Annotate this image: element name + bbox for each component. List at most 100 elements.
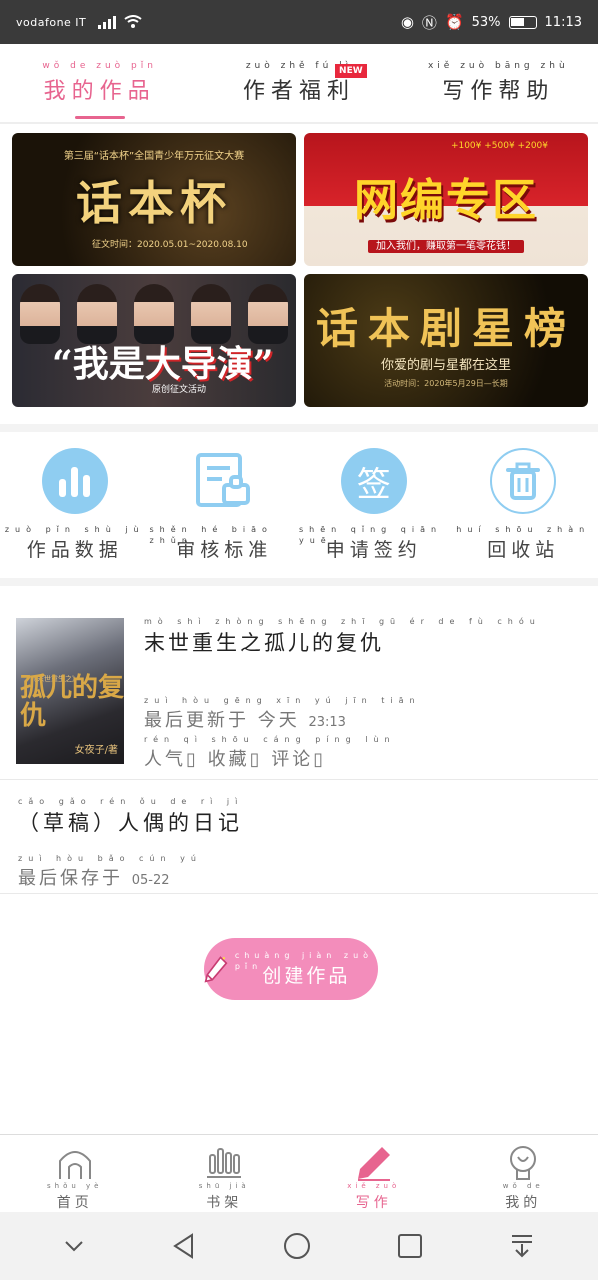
home-icon	[58, 1151, 91, 1179]
eye-icon: ◉	[400, 13, 414, 31]
tool-label: 作品数据	[26, 539, 123, 561]
banner-title: 话本剧星榜	[315, 304, 576, 353]
sign-icon-glyph: 签	[356, 464, 391, 505]
book-cover: 《末世重生之》 孤儿的复仇 女夜子/著	[16, 618, 124, 764]
back-icon[interactable]	[170, 1232, 198, 1260]
chevron-down-icon[interactable]	[62, 1234, 86, 1258]
nav-label: 首页	[56, 1195, 93, 1211]
tab-label: 我的作品	[43, 79, 156, 104]
nav-label: 我的	[505, 1195, 542, 1211]
banner-caption: 第三届“话本杯”全国青少年万元征文大赛	[63, 151, 245, 162]
tool-review-standards[interactable]: shěn hé biāo zhǔn 审核标准	[150, 432, 300, 576]
system-nav-bar	[0, 1212, 598, 1280]
banner-reward-amounts: +100¥ +500¥ +200¥	[450, 141, 548, 151]
nav-profile[interactable]: wǒ de 我的	[449, 1135, 598, 1212]
draft-item[interactable]: cǎo gǎo rén ǒu de rì jì （草稿）人偶的日记 zuì hò…	[0, 782, 598, 894]
banner-grid: 第三届“话本杯”全国青少年万元征文大赛 话本杯 征文时间：2020.05.01~…	[0, 126, 598, 422]
draft-title: （草稿）人偶的日记	[18, 811, 243, 835]
banner-huaben-cup[interactable]: 第三届“话本杯”全国青少年万元征文大赛 话本杯 征文时间：2020.05.01~…	[12, 133, 296, 266]
tool-pinyin: shēn qǐng qiān yuē	[299, 525, 443, 545]
tool-pinyin: zuò pǐn shù jù	[4, 525, 145, 534]
banner-title: 话本杯	[76, 175, 232, 230]
banner-big-director[interactable]: “我是大导演” 原创征文活动	[12, 274, 296, 407]
carrier-name: vodafone IT	[16, 15, 87, 29]
nav-home[interactable]: shǒu yè 首页	[0, 1135, 150, 1212]
saved-pinyin: zuì hòu bǎo cún yú	[18, 854, 202, 863]
battery-percent: 53%	[471, 14, 501, 30]
banner-subtitle: 加入我们，赚取第一笔零花钱！	[368, 240, 524, 253]
nfc-icon: Ⓝ	[421, 13, 437, 32]
tool-apply-contract[interactable]: 签 shēn qǐng qiān yuē 申请签约	[299, 432, 449, 576]
tool-pinyin: huí shōu zhàn	[456, 525, 591, 534]
sign-icon: 签	[340, 448, 407, 514]
saved-date: 05-22	[131, 873, 170, 888]
nav-write[interactable]: xiě zuò 写作	[299, 1135, 449, 1212]
update-pinyin: zuì hòu gēng xīn yú jīn tiān	[144, 696, 421, 705]
wifi-icon	[124, 15, 142, 28]
notification-pull-icon[interactable]	[508, 1232, 536, 1260]
nav-label: 写作	[355, 1195, 392, 1211]
tool-label: 申请签约	[325, 539, 422, 561]
tool-recycle-bin[interactable]: huí shōu zhàn 回收站	[449, 432, 598, 576]
bottom-nav: shǒu yè 首页 shū jià 书架 xiě zuò 写作 wǒ de 我…	[0, 1134, 598, 1212]
document-stamp-icon	[191, 448, 257, 514]
banner-subtitle: 你爱的剧与星都在这里	[380, 358, 511, 373]
pencil-icon	[204, 956, 228, 983]
nav-pinyin: shǒu yè	[47, 1182, 103, 1190]
tool-shortcuts: zuò pǐn shù jù 作品数据 shěn hé biāo zhǔn 审核…	[0, 432, 598, 576]
nav-pinyin: shū jià	[198, 1182, 250, 1190]
new-badge: NEW	[335, 64, 367, 78]
create-work-button[interactable]: chuàng jiàn zuò pǐn 创建作品	[204, 938, 378, 1000]
tab-my-works[interactable]: wǒ de zuò pǐn 我的作品	[0, 43, 199, 123]
bookshelf-icon	[207, 1148, 242, 1178]
tool-label: 回收站	[487, 539, 560, 561]
update-time: 23:13	[308, 715, 346, 730]
status-bar: vodafone IT ◉ Ⓝ ⏰ 53% 11:13	[0, 0, 598, 44]
create-label: 创建作品	[262, 965, 351, 987]
create-pinyin: chuàng jiàn zuò pǐn	[234, 951, 374, 971]
saved-label: 最后保存于	[18, 868, 123, 889]
banner-subtitle: 征文时间：2020.05.01~2020.08.10	[92, 240, 248, 250]
tab-pinyin: wǒ de zuò pǐn	[42, 61, 157, 71]
banner-title-highlight: 大导演”	[144, 343, 274, 385]
section-divider	[0, 578, 598, 586]
cover-author: 女夜子/著	[74, 745, 118, 756]
clock: 11:13	[544, 14, 582, 30]
banner-drama-star-list[interactable]: 话本剧星榜 你爱的剧与星都在这里 活动时间：2020年5月29日—长期	[304, 274, 588, 407]
book-stats: 人气▯ 收藏▯ 评论▯	[144, 749, 327, 770]
banner-date: 活动时间：2020年5月29日—长期	[384, 379, 508, 388]
tab-author-benefits[interactable]: zuò zhě fú lì 作者福利 NEW	[199, 43, 398, 123]
section-divider	[0, 424, 598, 432]
trash-icon	[490, 448, 557, 514]
bar-chart-icon	[41, 448, 108, 514]
title-pinyin: mò shì zhòng shēng zhī gū ér de fù chóu	[144, 617, 541, 626]
pencil-icon	[357, 1147, 390, 1181]
recents-icon[interactable]	[396, 1232, 424, 1260]
draft-title-pinyin: cǎo gǎo rén ǒu de rì jì	[18, 797, 244, 806]
signal-icon	[98, 15, 117, 29]
banner-title-part: “我是	[52, 343, 145, 385]
banner-title: 网编专区	[354, 174, 538, 226]
home-circle-icon[interactable]	[282, 1231, 312, 1261]
cover-title: 孤儿的复仇	[20, 673, 124, 731]
stats-pinyin: rén qì shōu cáng píng lùn	[144, 735, 396, 744]
profile-icon	[510, 1146, 537, 1180]
nav-label: 书架	[206, 1195, 243, 1211]
nav-pinyin: xiě zuò	[347, 1182, 401, 1190]
work-item[interactable]: 《末世重生之》 孤儿的复仇 女夜子/著 mò shì zhòng shēng z…	[0, 604, 598, 780]
tab-pinyin: xiě zuò bāng zhù	[427, 61, 569, 71]
tool-label: 审核标准	[176, 539, 273, 561]
nav-bookshelf[interactable]: shū jià 书架	[150, 1135, 300, 1212]
tab-writing-help[interactable]: xiě zuò bāng zhù 写作帮助	[399, 43, 598, 123]
nav-pinyin: wǒ de	[502, 1182, 544, 1190]
banner-editor-zone[interactable]: +100¥ +500¥ +200¥ 网编专区 加入我们，赚取第一笔零花钱！	[304, 133, 588, 266]
banner-subtitle: 原创征文活动	[152, 385, 207, 395]
top-tab-bar: wǒ de zuò pǐn 我的作品 zuò zhě fú lì 作者福利 NE…	[0, 44, 598, 124]
battery-icon	[508, 15, 537, 29]
tool-pinyin: shěn hé biāo zhǔn	[149, 525, 273, 545]
book-title: 末世重生之孤儿的复仇	[144, 631, 384, 655]
tool-work-data[interactable]: zuò pǐn shù jù 作品数据	[0, 432, 150, 576]
alarm-icon: ⏰	[444, 13, 464, 31]
update-label: 最后更新于 今天	[144, 710, 300, 731]
tab-label: 写作帮助	[442, 79, 555, 104]
